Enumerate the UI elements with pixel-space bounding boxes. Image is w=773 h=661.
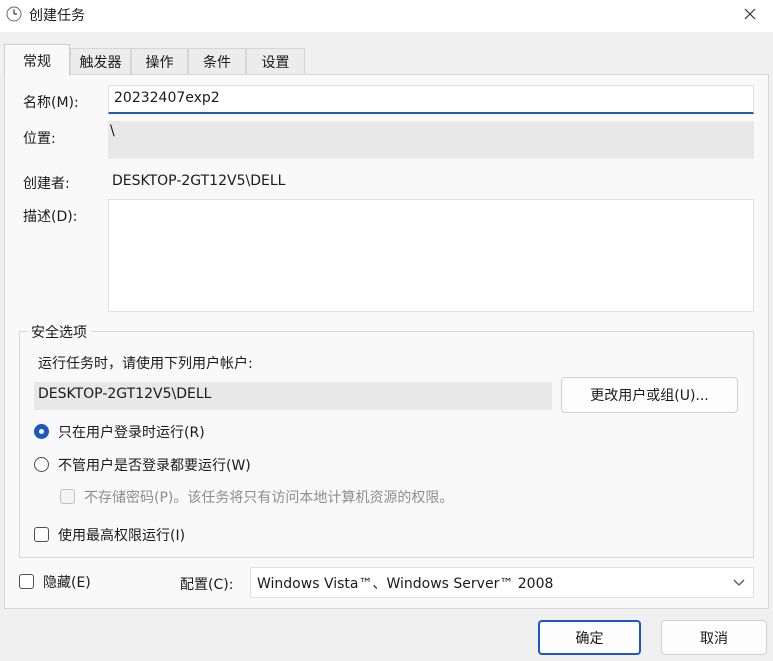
chevron-down-icon [731,574,747,590]
name-label: 名称(M): [23,95,79,111]
run-whether-logged-label[interactable]: 不管用户是否登录都要运行(W) [58,455,251,475]
run-logged-on-radio[interactable] [34,424,49,439]
change-user-button[interactable]: 更改用户或组(U)... [561,377,738,413]
cancel-button[interactable]: 取消 [661,620,767,655]
location-field: \ [108,121,754,159]
security-group-title: 安全选项 [27,322,91,342]
highest-privileges-checkbox[interactable] [34,527,49,542]
author-label: 创建者: [23,176,70,192]
description-label: 描述(D): [23,209,78,225]
ok-button[interactable]: 确定 [538,620,641,655]
description-textarea[interactable] [108,199,754,312]
clock-icon [6,6,22,22]
tab-conditions[interactable]: 条件 [188,48,246,75]
highest-privileges-label[interactable]: 使用最高权限运行(I) [58,525,185,545]
user-account-field: DESKTOP-2GT12V5\DELL [34,382,552,410]
name-input[interactable]: 20232407exp2 [108,85,754,114]
window-title: 创建任务 [29,8,85,24]
tab-triggers[interactable]: 触发器 [70,48,131,75]
close-icon [743,7,757,25]
no-store-password-checkbox [60,489,75,504]
run-whether-logged-radio[interactable] [34,457,49,472]
run-logged-on-label[interactable]: 只在用户登录时运行(R) [58,422,205,442]
hidden-label[interactable]: 隐藏(E) [43,572,91,592]
title-bar: 创建任务 [0,0,773,32]
configure-select[interactable]: Windows Vista™、Windows Server™ 2008 [250,567,754,598]
tab-actions[interactable]: 操作 [131,48,188,75]
no-store-password-label: 不存储密码(P)。该任务将只有访问本地计算机资源的权限。 [84,490,454,506]
configure-selected-value: Windows Vista™、Windows Server™ 2008 [257,576,554,592]
tab-settings[interactable]: 设置 [246,48,305,75]
location-label: 位置: [23,131,56,147]
configure-label: 配置(C): [180,577,234,593]
author-value: DESKTOP-2GT12V5\DELL [112,173,286,189]
run-as-prompt: 运行任务时，请使用下列用户帐户: [38,356,253,372]
hidden-checkbox[interactable] [19,574,34,589]
close-button[interactable] [727,0,773,32]
tab-general[interactable]: 常规 [4,44,70,76]
